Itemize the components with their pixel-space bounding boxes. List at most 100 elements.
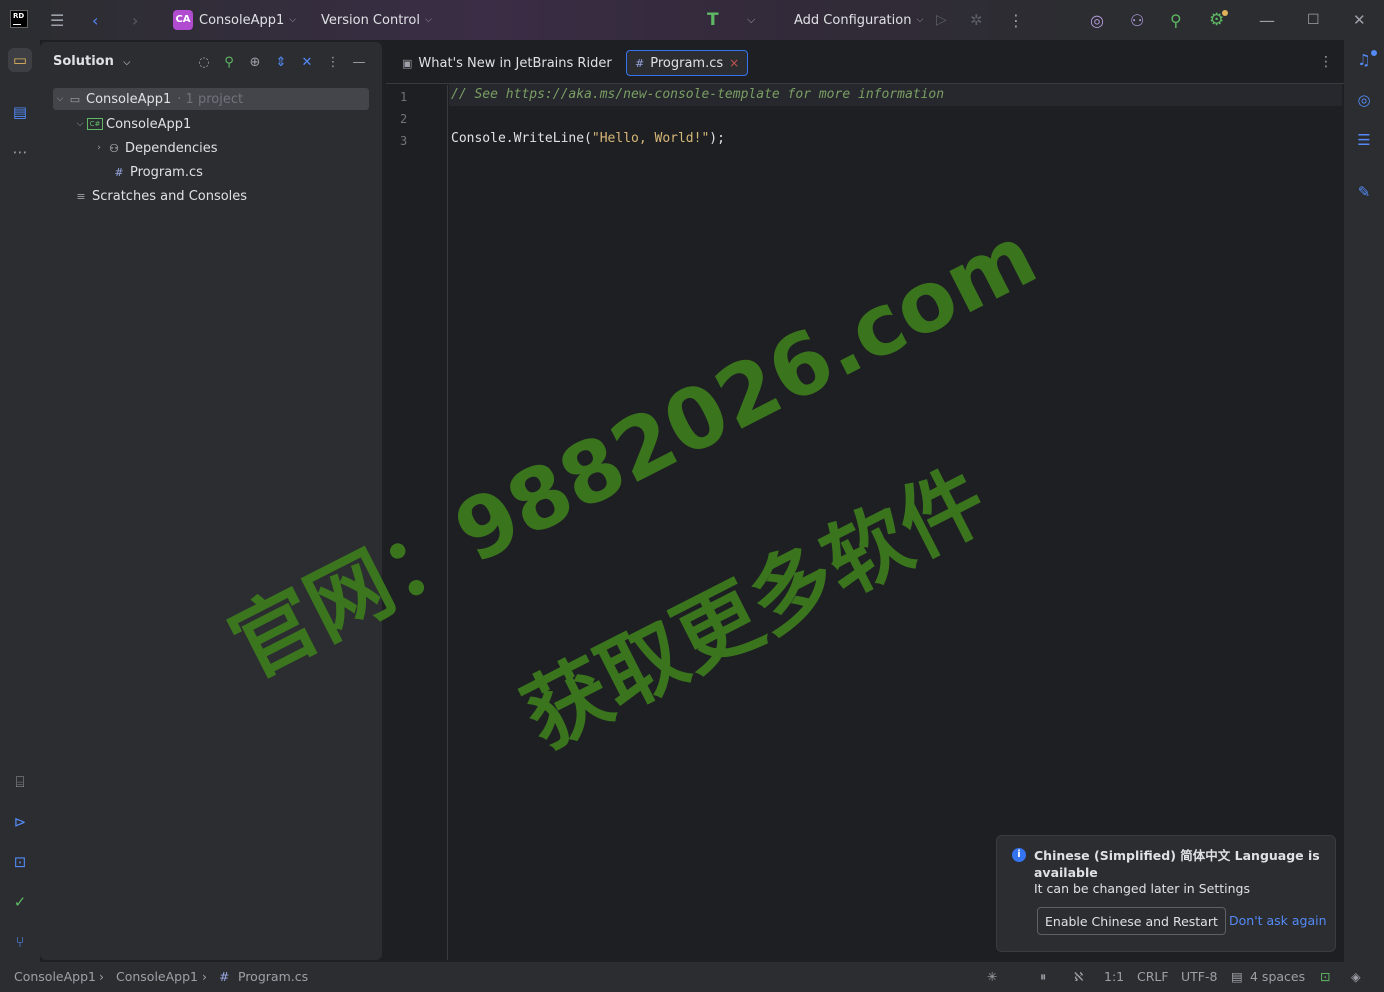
project-selector[interactable]: CA ConsoleApp1 ⌵	[173, 0, 296, 40]
editor-tabs: ▣ What's New in JetBrains Rider # Progra…	[386, 42, 1344, 84]
breadcrumb-project[interactable]: ConsoleApp1	[116, 969, 198, 984]
find-in-tree-icon[interactable]: ⚲	[220, 53, 238, 71]
run-icon[interactable]: ▷	[936, 0, 947, 40]
csharp-file-icon: #	[219, 969, 230, 984]
dont-ask-again-link[interactable]: Don't ask again	[1229, 913, 1327, 928]
version-control-menu[interactable]: Version Control ⌵	[321, 0, 432, 40]
notification-dot-icon	[1371, 50, 1377, 56]
rider-doc-icon: ▣	[402, 56, 413, 70]
debug-icon[interactable]: ✲	[970, 0, 983, 40]
right-tool-window-bar: ♫ ◎ ☰ ✎	[1344, 40, 1384, 962]
build-hammer-icon[interactable]: T	[707, 0, 719, 40]
collapse-all-icon[interactable]: ✕	[298, 53, 316, 71]
inspection-icon[interactable]: ℵ	[1074, 969, 1083, 984]
tab-whats-new[interactable]: ▣ What's New in JetBrains Rider	[394, 50, 620, 76]
tab-label: What's New in JetBrains Rider	[418, 55, 612, 71]
left-tool-window-bar: ▭ ▤ ⋯ ⌸ ⊳ ⊡ ✓ ⑂	[0, 40, 40, 962]
tab-label: Program.cs	[650, 55, 724, 71]
indent-setting[interactable]: 4 spaces	[1250, 969, 1305, 984]
line-number: 3	[400, 134, 408, 148]
ai-assistant-icon[interactable]: ◎	[1090, 0, 1104, 40]
line-number: 1	[400, 90, 408, 104]
structure-icon[interactable]: ▤	[8, 100, 32, 124]
search-everywhere-icon[interactable]: ⚲	[1170, 0, 1182, 40]
chevron-down-icon: ⌵	[123, 58, 131, 68]
solution-explorer-panel: Solution ⌵ ◌ ⚲ ⊕ ⇕ ✕ ⋮ — ⌵ ▭ ConsoleApp1…	[40, 42, 382, 960]
file-encoding[interactable]: UTF-8	[1181, 969, 1217, 984]
code-with-me-icon[interactable]: ⚇	[1130, 0, 1144, 40]
chevron-right-icon[interactable]: ›	[92, 143, 106, 153]
git-branch-icon[interactable]: ⑂	[8, 930, 32, 954]
solution-panel-header: Solution ⌵ ◌ ⚲ ⊕ ⇕ ✕ ⋮ —	[40, 42, 382, 82]
close-tab-icon[interactable]: ×	[729, 56, 739, 70]
chevron-down-icon[interactable]: ⌵	[53, 94, 67, 104]
show-all-files-icon[interactable]: ◌	[195, 53, 213, 71]
settings-gear-icon[interactable]: ⚙	[1209, 0, 1224, 40]
chevron-down-icon: ⌵	[289, 15, 297, 25]
solution-title: Solution	[53, 54, 114, 69]
status-bar: ConsoleApp1 › ConsoleApp1 › # Program.cs…	[0, 962, 1384, 992]
line-number: 2	[400, 112, 408, 126]
back-arrow-icon[interactable]: ‹	[92, 0, 98, 40]
shield-icon[interactable]: ◈	[1351, 969, 1361, 984]
solution-view-selector[interactable]: Solution ⌵	[53, 54, 130, 69]
tree-item-label: Program.cs	[130, 164, 203, 180]
csharp-project-icon: C#	[87, 118, 103, 130]
line-separator[interactable]: CRLF	[1137, 969, 1169, 984]
tree-item-label: Dependencies	[125, 140, 218, 156]
forward-arrow-icon[interactable]: ›	[132, 0, 138, 40]
tab-options-icon[interactable]: ⋮	[1319, 54, 1333, 70]
add-configuration-label: Add Configuration	[794, 12, 912, 28]
chevron-down-icon[interactable]: ⌵	[73, 119, 87, 129]
terminal-icon[interactable]: ⊡	[8, 850, 32, 874]
run-configuration-selector[interactable]: Add Configuration ⌵	[794, 0, 923, 40]
code-line-1[interactable]: // See https://aka.ms/new-console-templa…	[451, 87, 944, 102]
project-count-text: 1 project	[185, 91, 244, 107]
caret-position[interactable]: 1:1	[1104, 969, 1124, 984]
main-menu-icon[interactable]: ☰	[50, 0, 64, 40]
version-control-label: Version Control	[321, 12, 420, 28]
build-window-icon[interactable]: ⌸	[8, 770, 32, 794]
tree-item-scratches[interactable]: ≡ Scratches and Consoles	[73, 185, 247, 207]
more-actions-icon[interactable]: ⋮	[1008, 0, 1024, 40]
hide-panel-icon[interactable]: —	[350, 53, 368, 71]
csharp-file-icon: #	[635, 56, 645, 70]
enable-chinese-button[interactable]: Enable Chinese and Restart	[1037, 907, 1226, 935]
breadcrumb-file[interactable]: Program.cs	[238, 969, 308, 984]
ai-chat-icon[interactable]: ◎	[1352, 88, 1376, 112]
minimize-window-icon[interactable]: —	[1259, 0, 1275, 40]
background-tasks-icon[interactable]: ✳	[987, 969, 997, 984]
line-number-gutter: 1 2 3	[386, 85, 448, 960]
close-window-icon[interactable]: ✕	[1353, 0, 1366, 40]
project-name: ConsoleApp1	[199, 12, 285, 28]
project-folder-icon[interactable]: ▭	[8, 48, 32, 72]
title-bar: RD ☰ ‹ › CA ConsoleApp1 ⌵ Version Contro…	[0, 0, 1384, 40]
tab-program-cs[interactable]: # Program.cs ×	[626, 50, 749, 76]
tree-item-project[interactable]: ⌵ C# ConsoleApp1	[73, 113, 192, 135]
pause-icon[interactable]: ⏸	[1040, 969, 1046, 985]
maximize-window-icon[interactable]: ☐	[1307, 0, 1320, 40]
problems-check-icon[interactable]: ✓	[8, 890, 32, 914]
tree-item-label: ConsoleApp1	[106, 116, 192, 132]
notification-title: Chinese (Simplified) 简体中文 Language is av…	[1034, 848, 1320, 880]
panel-options-icon[interactable]: ⋮	[324, 53, 342, 71]
tree-item-solution[interactable]: ⌵ ▭ ConsoleApp1 · 1 project	[53, 88, 369, 110]
info-icon: i	[1012, 848, 1026, 862]
code-string: "Hello, World!"	[591, 131, 710, 146]
csharp-file-icon: #	[114, 165, 124, 179]
database-icon[interactable]: ☰	[1352, 128, 1376, 152]
more-tool-windows-icon[interactable]: ⋯	[8, 140, 32, 164]
chevron-down-icon: ⌵	[424, 15, 432, 25]
unlock-icon[interactable]: ⊡	[1320, 969, 1330, 984]
code-line-3[interactable]: Console.WriteLine("Hello, World!");	[451, 131, 725, 146]
breadcrumb-solution[interactable]: ConsoleApp1	[14, 969, 96, 984]
edit-pen-icon[interactable]: ✎	[1352, 180, 1376, 204]
csharp-badge: C#	[89, 120, 101, 128]
update-dot-icon	[1222, 10, 1228, 16]
expand-all-icon[interactable]: ⇕	[272, 53, 290, 71]
tree-item-program-cs[interactable]: # Program.cs	[111, 161, 203, 183]
build-options-chevron-icon[interactable]: ⌵	[747, 0, 755, 40]
locate-file-icon[interactable]: ⊕	[246, 53, 264, 71]
tree-item-dependencies[interactable]: › ⚇ Dependencies	[92, 137, 218, 159]
run-window-icon[interactable]: ⊳	[8, 810, 32, 834]
